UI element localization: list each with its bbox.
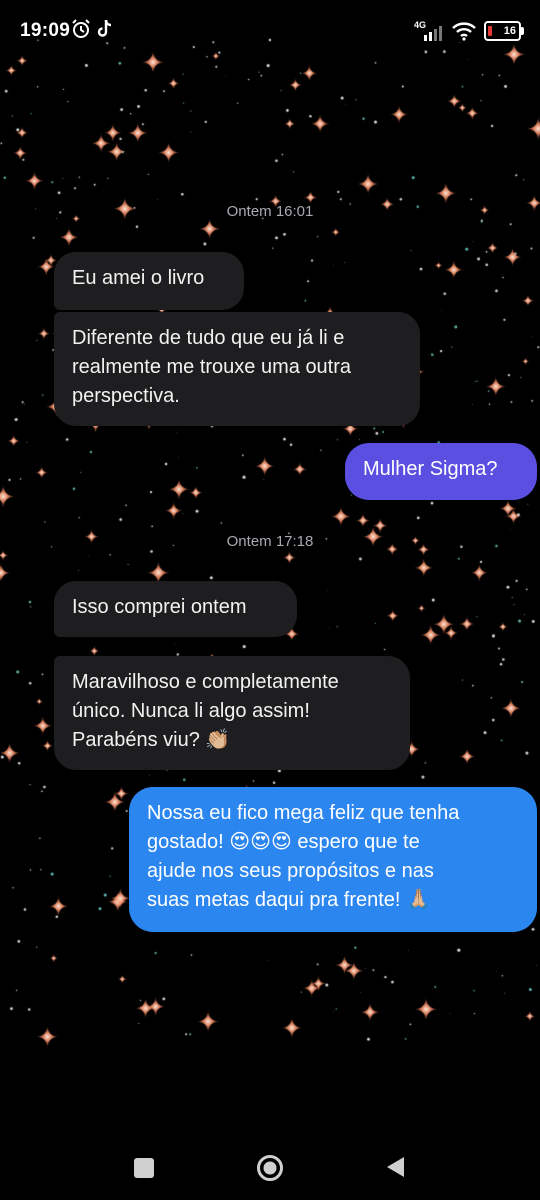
incoming-message[interactable]: Eu amei o livro (54, 252, 244, 310)
outgoing-message[interactable]: Nossa eu fico mega feliz que tenha gosta… (129, 787, 537, 932)
recents-button[interactable] (133, 1157, 155, 1184)
navigation-bar (0, 1130, 540, 1200)
timestamp: Ontem 16:01 (226, 203, 314, 220)
timestamp: Ontem 17:18 (226, 533, 314, 550)
alarm-icon (70, 18, 92, 45)
outgoing-message[interactable]: Mulher Sigma? (345, 443, 537, 500)
incoming-message[interactable]: Diferente de tudo que eu já li e realmen… (54, 312, 420, 426)
battery-icon: 16 (484, 21, 524, 41)
status-time: 19:09 (20, 20, 71, 41)
tiktok-icon (96, 19, 114, 44)
wifi-icon (452, 21, 476, 46)
status-bar: 19:09 4G 16 (0, 0, 540, 62)
signal-icon (424, 23, 446, 46)
home-button[interactable] (256, 1154, 284, 1187)
incoming-message[interactable]: Isso comprei ontem (54, 581, 297, 637)
incoming-message[interactable]: Maravilhoso e completamente único. Nunca… (54, 656, 410, 770)
back-button[interactable] (384, 1155, 406, 1184)
